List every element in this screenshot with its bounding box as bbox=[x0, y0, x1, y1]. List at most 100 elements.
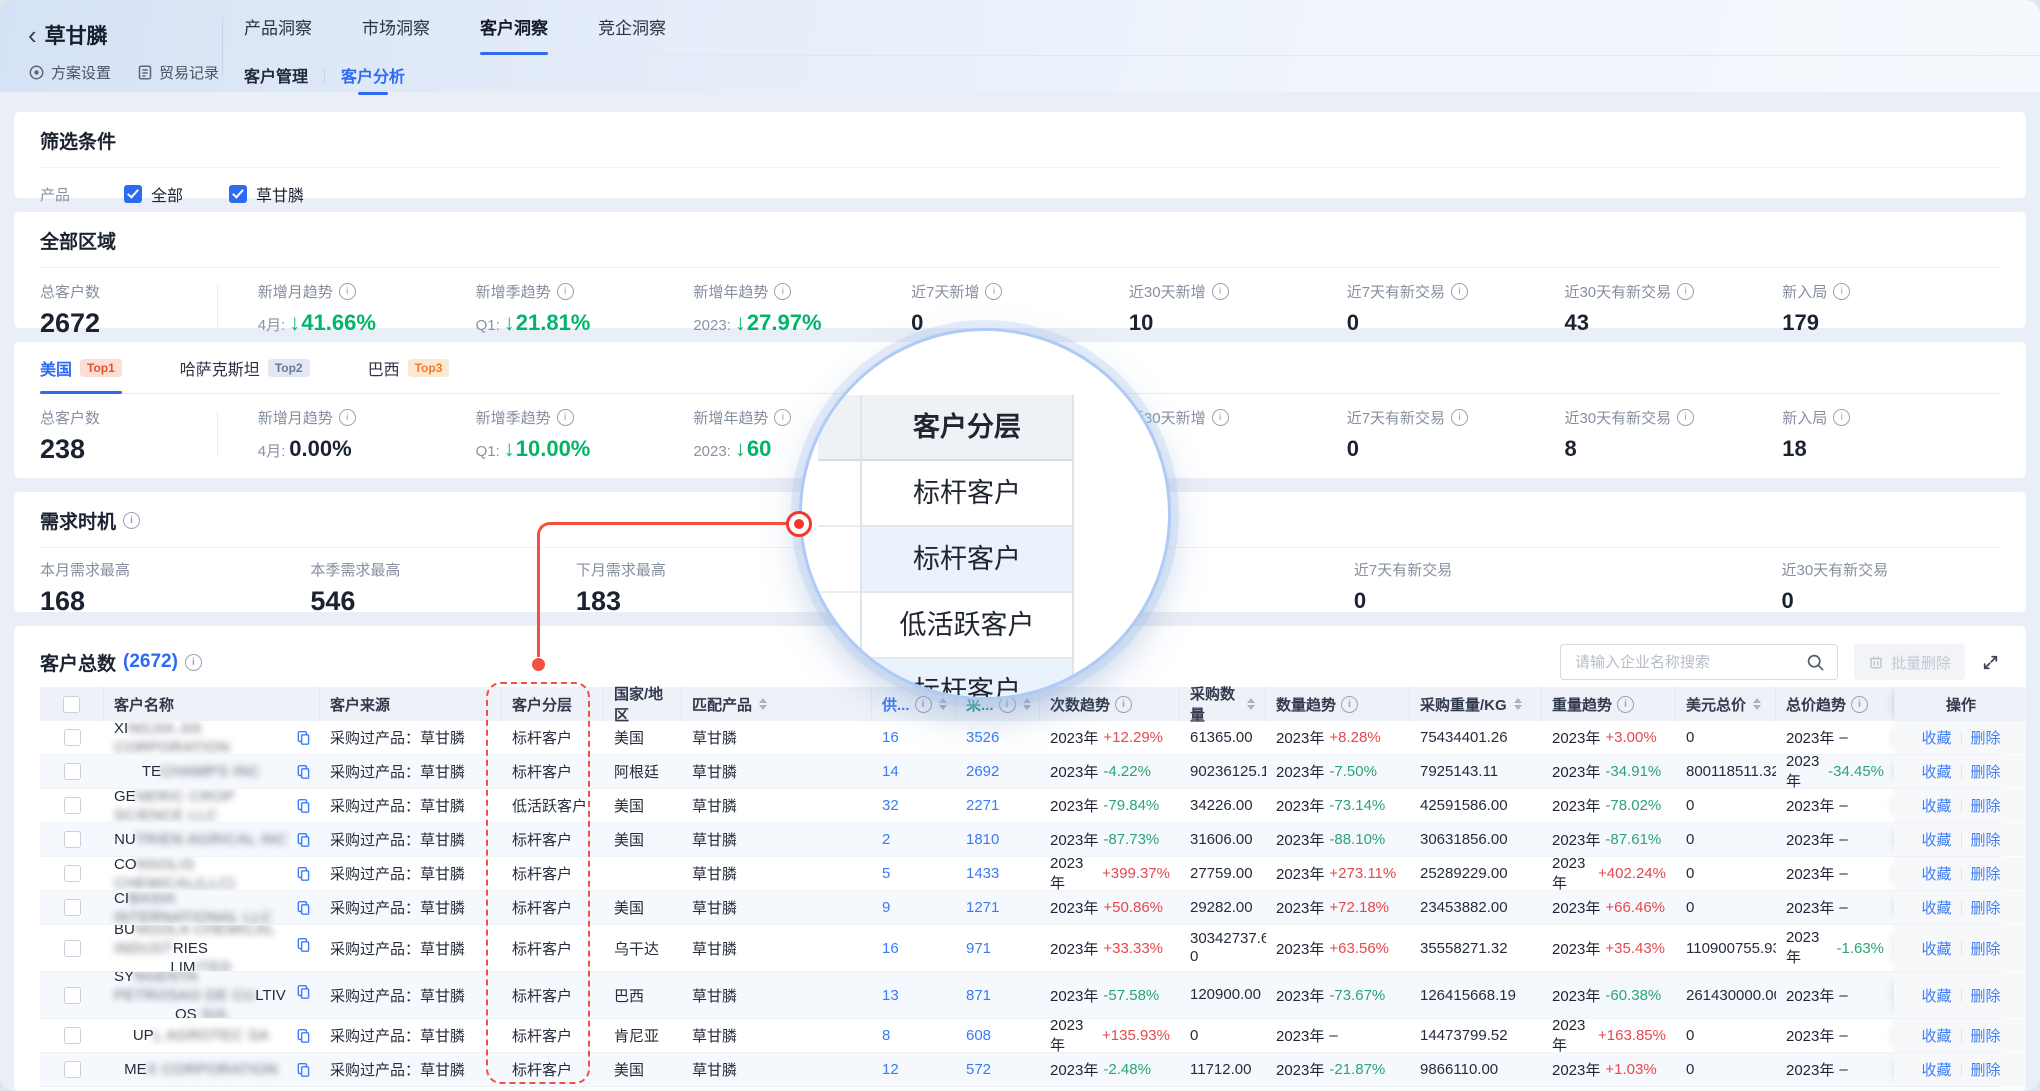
row-checkbox[interactable] bbox=[64, 729, 81, 746]
copy-icon[interactable] bbox=[296, 1028, 311, 1044]
info-icon[interactable]: i bbox=[1833, 409, 1850, 426]
qty-value: 30342737.6 0 bbox=[1190, 930, 1266, 966]
sort-icon[interactable] bbox=[1247, 698, 1255, 710]
action-link-收藏[interactable]: 收藏 bbox=[1921, 938, 1951, 959]
sort-icon[interactable] bbox=[1023, 698, 1031, 710]
select-all-checkbox[interactable] bbox=[63, 696, 80, 713]
info-icon[interactable]: i bbox=[339, 283, 356, 300]
info-icon[interactable]: i bbox=[1341, 696, 1358, 713]
back-icon[interactable]: ‹ bbox=[28, 24, 37, 46]
row-checkbox[interactable] bbox=[64, 797, 81, 814]
action-link-收藏[interactable]: 收藏 bbox=[1921, 897, 1951, 918]
row-checkbox[interactable] bbox=[64, 831, 81, 848]
copy-icon[interactable] bbox=[296, 798, 311, 814]
action-link-收藏[interactable]: 收藏 bbox=[1921, 795, 1951, 816]
batch-delete-button[interactable]: 批量删除 bbox=[1854, 644, 1965, 680]
action-link-删除[interactable]: 删除 bbox=[1971, 1025, 2001, 1046]
info-icon[interactable]: i bbox=[557, 409, 574, 426]
country-tab-哈萨克斯坦[interactable]: 哈萨克斯坦Top2 bbox=[180, 356, 310, 393]
filter-option-全部[interactable]: 全部 bbox=[124, 182, 183, 206]
fullscreen-icon[interactable] bbox=[1981, 653, 2000, 672]
action-link-删除[interactable]: 删除 bbox=[1971, 1059, 2001, 1080]
sort-icon[interactable] bbox=[1514, 698, 1522, 710]
cell-country: 美国 bbox=[604, 721, 682, 754]
info-icon[interactable]: i bbox=[985, 283, 1002, 300]
checkbox-checked[interactable] bbox=[229, 185, 247, 203]
main-tab-竞企洞察[interactable]: 竞企洞察 bbox=[598, 14, 666, 53]
info-icon[interactable]: i bbox=[123, 512, 140, 529]
cell-pur: 572 bbox=[956, 1053, 1040, 1086]
cell-weight_trend: 2023年+35.43% bbox=[1542, 925, 1676, 971]
row-checkbox[interactable] bbox=[64, 865, 81, 882]
action-link-删除[interactable]: 删除 bbox=[1971, 829, 2001, 850]
stat-label: 近30天有新交易 bbox=[1782, 559, 2001, 580]
action-link-删除[interactable]: 删除 bbox=[1971, 863, 2001, 884]
action-link-收藏[interactable]: 收藏 bbox=[1921, 863, 1951, 884]
row-checkbox[interactable] bbox=[64, 1061, 81, 1078]
cell-pur: 1810 bbox=[956, 823, 1040, 856]
row-checkbox[interactable] bbox=[64, 763, 81, 780]
action-link-收藏[interactable]: 收藏 bbox=[1921, 761, 1951, 782]
row-checkbox[interactable] bbox=[64, 1027, 81, 1044]
info-icon[interactable]: i bbox=[1677, 283, 1694, 300]
copy-icon[interactable] bbox=[296, 764, 311, 780]
sub-tab-客户分析[interactable]: 客户分析 bbox=[341, 63, 405, 95]
info-icon[interactable]: i bbox=[557, 283, 574, 300]
main-tab-产品洞察[interactable]: 产品洞察 bbox=[244, 14, 312, 53]
search-icon[interactable] bbox=[1806, 653, 1825, 672]
info-icon[interactable]: i bbox=[1833, 283, 1850, 300]
country-tab-美国[interactable]: 美国Top1 bbox=[40, 356, 122, 393]
sort-icon[interactable] bbox=[939, 698, 947, 710]
copy-icon[interactable] bbox=[296, 984, 311, 1000]
action-link-收藏[interactable]: 收藏 bbox=[1921, 1059, 1951, 1080]
action-link-删除[interactable]: 删除 bbox=[1971, 761, 2001, 782]
action-link-删除[interactable]: 删除 bbox=[1971, 897, 2001, 918]
action-link-删除[interactable]: 删除 bbox=[1971, 727, 2001, 748]
action-link-删除[interactable]: 删除 bbox=[1971, 985, 2001, 1006]
sort-icon[interactable] bbox=[759, 698, 767, 710]
search-input[interactable] bbox=[1573, 653, 1797, 672]
trend-year: 2023年 bbox=[1050, 727, 1098, 748]
info-icon[interactable]: i bbox=[774, 283, 791, 300]
cell-qty: 29282.00 bbox=[1180, 891, 1266, 924]
row-checkbox[interactable] bbox=[64, 987, 81, 1004]
info-icon[interactable]: i bbox=[915, 696, 932, 713]
cell-pur: 3526 bbox=[956, 721, 1040, 754]
filter-option-草甘膦[interactable]: 草甘膦 bbox=[229, 182, 304, 206]
main-tab-客户洞察[interactable]: 客户洞察 bbox=[480, 14, 548, 53]
row-checkbox[interactable] bbox=[64, 899, 81, 916]
info-icon[interactable]: i bbox=[1677, 409, 1694, 426]
header-action-方案设置[interactable]: 方案设置 bbox=[28, 62, 111, 83]
info-icon[interactable]: i bbox=[185, 654, 202, 671]
sub-tab-客户管理[interactable]: 客户管理 bbox=[244, 63, 308, 95]
info-icon[interactable]: i bbox=[339, 409, 356, 426]
info-icon[interactable]: i bbox=[1851, 696, 1868, 713]
action-link-删除[interactable]: 删除 bbox=[1971, 795, 2001, 816]
country-tab-巴西[interactable]: 巴西Top3 bbox=[368, 356, 450, 393]
copy-icon[interactable] bbox=[296, 900, 311, 916]
info-icon[interactable]: i bbox=[1617, 696, 1634, 713]
action-link-收藏[interactable]: 收藏 bbox=[1921, 727, 1951, 748]
info-icon[interactable]: i bbox=[774, 409, 791, 426]
action-link-收藏[interactable]: 收藏 bbox=[1921, 985, 1951, 1006]
header-action-贸易记录[interactable]: 贸易记录 bbox=[137, 62, 219, 83]
action-link-删除[interactable]: 删除 bbox=[1971, 938, 2001, 959]
info-icon[interactable]: i bbox=[1115, 696, 1132, 713]
stat-value-number: 0 bbox=[1347, 436, 1359, 462]
info-icon[interactable]: i bbox=[1451, 409, 1468, 426]
copy-icon[interactable] bbox=[296, 937, 311, 953]
info-icon[interactable]: i bbox=[1212, 409, 1229, 426]
copy-icon[interactable] bbox=[296, 730, 311, 746]
info-icon[interactable]: i bbox=[1212, 283, 1229, 300]
settings-icon bbox=[28, 64, 45, 81]
info-icon[interactable]: i bbox=[1451, 283, 1468, 300]
copy-icon[interactable] bbox=[296, 832, 311, 848]
action-link-收藏[interactable]: 收藏 bbox=[1921, 1025, 1951, 1046]
main-tab-市场洞察[interactable]: 市场洞察 bbox=[362, 14, 430, 53]
sort-icon[interactable] bbox=[1753, 698, 1761, 710]
checkbox-checked[interactable] bbox=[124, 185, 142, 203]
copy-icon[interactable] bbox=[296, 1062, 311, 1078]
row-checkbox[interactable] bbox=[64, 940, 81, 957]
action-link-收藏[interactable]: 收藏 bbox=[1921, 829, 1951, 850]
copy-icon[interactable] bbox=[296, 866, 311, 882]
